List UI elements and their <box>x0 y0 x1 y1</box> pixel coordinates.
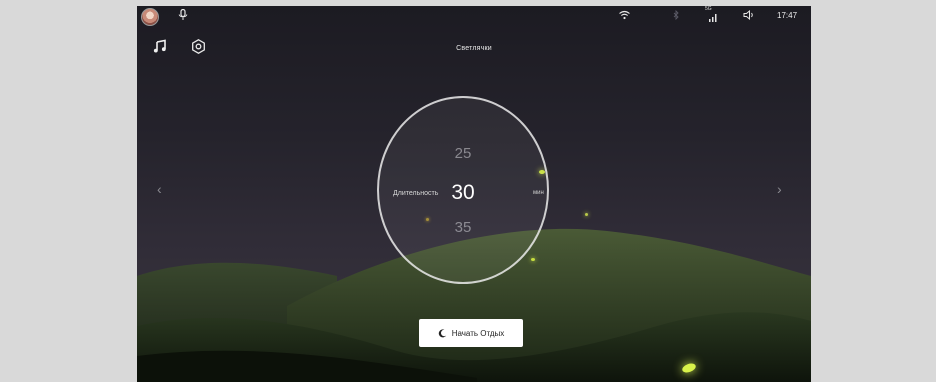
firefly-glow <box>585 213 588 216</box>
status-bar: 5G 17:47 <box>137 6 811 28</box>
next-scene-button[interactable]: › <box>777 182 782 196</box>
mic-icon[interactable] <box>178 8 188 23</box>
duration-unit: мин <box>533 190 544 196</box>
duration-option-next[interactable]: 35 <box>377 219 549 236</box>
volume-icon[interactable] <box>743 10 755 20</box>
clock: 17:47 <box>777 11 798 20</box>
avatar-icon[interactable] <box>141 8 159 26</box>
moon-icon <box>438 328 446 337</box>
start-rest-label: Начать Отдых <box>451 328 505 338</box>
app-screen: 5G 17:47 Светлячки ‹ › 25 Длительность 3… <box>137 6 811 382</box>
page-title: Светлячки <box>456 45 492 52</box>
duration-option-prev[interactable]: 25 <box>377 145 549 162</box>
signal-label: 5G <box>705 6 712 12</box>
signal-icon: 5G <box>705 6 718 22</box>
previous-scene-button[interactable]: ‹ <box>157 182 162 196</box>
duration-picker[interactable]: 25 Длительность 30 мин 35 <box>377 96 549 284</box>
wifi-icon <box>619 10 630 20</box>
start-rest-button[interactable]: Начать Отдых <box>419 319 523 347</box>
duration-value[interactable]: 30 <box>377 181 549 205</box>
bluetooth-icon <box>673 10 679 20</box>
